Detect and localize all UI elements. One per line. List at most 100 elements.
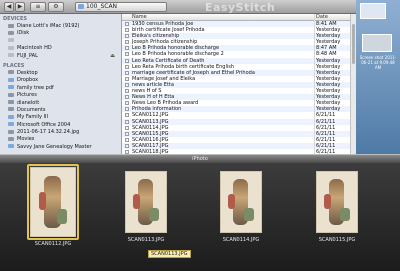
document-icon [125, 137, 129, 142]
column-header: Name Date Modified [122, 14, 350, 27]
document-icon [125, 64, 129, 69]
sidebar-item-label: 2011-06-17 14.32.24.jpg [17, 129, 80, 136]
folder-icon [8, 144, 14, 149]
sidebar-item-places-6[interactable]: My Family III [0, 114, 121, 121]
folder-icon [78, 4, 84, 9]
sidebar-item-devices-4[interactable]: FUJI_PAL ⏏ [0, 53, 121, 60]
thumbnail-caption: SCAN0115.JPG [318, 237, 356, 243]
photo-detail [133, 193, 140, 210]
sidebar-item-label: Dropbox [17, 77, 39, 84]
sidebar-item-devices-1[interactable]: iDisk [0, 30, 121, 37]
folder-icon [8, 85, 14, 90]
drive-icon [8, 53, 14, 58]
column-divider [314, 14, 315, 154]
document-icon [125, 28, 129, 33]
sidebar-item-label: iDisk [17, 30, 30, 37]
back-icon: ◀ [6, 3, 12, 10]
sidebar-item-places-8[interactable]: 2011-06-17 14.32.24.jpg [0, 129, 121, 136]
desktop-area: Screen shot 2011-06-21 at 9.09.48 AM [356, 0, 400, 154]
folder-icon [8, 122, 14, 127]
movies-icon [8, 136, 14, 141]
sidebar-item-places-5[interactable]: Documents [0, 107, 121, 114]
file-list: Name Date Modified 1930 census Prihoda J… [122, 14, 350, 154]
desktop-icon [8, 70, 14, 75]
finder-window: ◀ ▶ ≡ ⚙ 100_SCAN EasyStitch DEVICES Dian… [0, 0, 400, 271]
sidebar-item-places-3[interactable]: Pictures [0, 92, 121, 99]
path-popup[interactable]: 100_SCAN [75, 2, 167, 12]
document-icon [125, 95, 129, 100]
document-icon [125, 70, 129, 75]
harddrive-icon [8, 45, 14, 50]
document-icon [125, 34, 129, 39]
folder-icon [8, 77, 14, 82]
eject-icon[interactable]: ⏏ [110, 53, 115, 60]
sidebar-item-places-2[interactable]: family tree pdf [0, 85, 121, 92]
sidebar-item-places-0[interactable]: Desktop [0, 70, 121, 77]
sidebar-item-places-4[interactable]: dianelott [0, 100, 121, 107]
action-button[interactable]: ⚙ [48, 2, 64, 12]
photo-detail [324, 193, 331, 210]
sidebar-item-label: Savvy Jane Genealogy Master [17, 143, 92, 150]
document-icon [125, 58, 129, 63]
sidebar-item-places-10[interactable]: Savvy Jane Genealogy Master [0, 144, 121, 151]
photo-detail [244, 208, 254, 222]
desktop-window-thumbnail[interactable] [360, 3, 386, 19]
document-icon [125, 143, 129, 148]
thumbnail-caption: SCAN0112.JPG [34, 241, 72, 247]
sidebar-item-label: Microsoft Office 2004 [17, 121, 71, 128]
photo-thumbnail[interactable] [316, 171, 358, 233]
sidebar-item-label: My Family III [17, 114, 48, 121]
sidebar-item-label: family tree pdf [17, 84, 54, 91]
watermark: EasyStitch [205, 1, 276, 14]
sidebar-item-label: Diane Lotti's iMac (9192) [17, 23, 80, 29]
back-button[interactable]: ◀ [4, 2, 14, 12]
document-icon [125, 76, 129, 81]
sidebar-item-label: FUJI_PAL [17, 52, 38, 59]
forward-button[interactable]: ▶ [15, 2, 25, 12]
sidebar-item-devices-2[interactable] [0, 38, 121, 45]
document-icon [125, 131, 129, 136]
sidebar-item-places-7[interactable]: Microsoft Office 2004 [0, 122, 121, 129]
photo-thumbnail[interactable] [220, 171, 262, 233]
home-icon [8, 100, 14, 105]
selection-frame [27, 164, 79, 240]
idisk-icon [8, 30, 14, 35]
sidebar-item-label: Macintosh HD [17, 45, 52, 52]
sidebar-item-places-1[interactable]: Dropbox [0, 77, 121, 84]
devices-header: DEVICES [3, 16, 27, 22]
sidebar: DEVICES Diane Lotti's iMac (9192) iDisk Ma… [0, 14, 122, 154]
thumbnail-caption: SCAN0114.JPG [222, 237, 260, 243]
sidebar-item-label: Movies [17, 136, 35, 143]
photo-thumbnail[interactable] [125, 171, 167, 233]
sidebar-item-label: Desktop [17, 69, 38, 76]
documents-icon [8, 107, 14, 112]
path-label: 100_SCAN [86, 3, 118, 10]
thumbnail-caption: SCAN0113.JPG [127, 237, 165, 243]
folder-icon [8, 114, 14, 119]
photo-detail [149, 208, 159, 222]
document-icon [125, 46, 129, 51]
document-icon [125, 52, 129, 57]
toolbar: ◀ ▶ ≡ ⚙ 100_SCAN EasyStitch [0, 0, 400, 14]
document-icon [125, 22, 129, 26]
document-icon [125, 101, 129, 106]
quicklook-panel: SCAN0112.JPG SCAN0113.JPG SCAN0114.JPG SCAN… [0, 163, 400, 271]
tooltip: SCAN0113.JPG [148, 250, 191, 258]
quicklook-titlebar: iPhoto [0, 154, 400, 163]
scrollbar-thumb[interactable] [352, 24, 355, 64]
screenshot-file-icon[interactable] [362, 34, 392, 52]
forward-icon: ▶ [17, 3, 23, 10]
sidebar-item-devices-0[interactable]: Diane Lotti's iMac (9192) [0, 23, 121, 30]
column-name-header[interactable]: Name [132, 14, 147, 21]
document-icon [125, 119, 129, 124]
sidebar-item-label: Documents [17, 106, 46, 113]
document-icon [125, 125, 129, 130]
sidebar-item-places-9[interactable]: Movies [0, 136, 121, 143]
document-icon [125, 113, 129, 118]
photo-detail [228, 193, 235, 210]
places-header: PLACES [3, 62, 25, 69]
view-list-button[interactable]: ≡ [30, 2, 46, 12]
document-icon [125, 107, 129, 112]
document-icon [125, 89, 129, 94]
sidebar-item-devices-3[interactable]: Macintosh HD [0, 45, 121, 52]
